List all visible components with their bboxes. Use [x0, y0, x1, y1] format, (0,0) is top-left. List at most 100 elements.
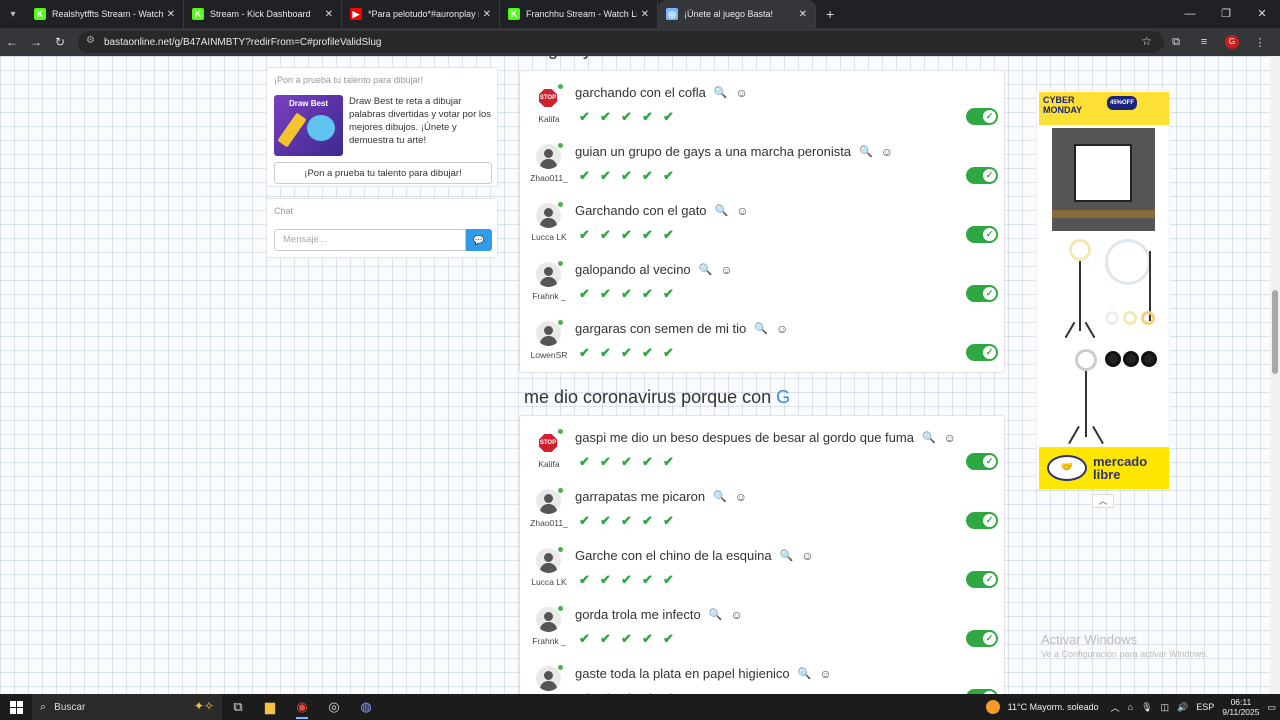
- emoji-reaction-icon[interactable]: ☺: [736, 204, 748, 218]
- validity-toggle[interactable]: ✓: [966, 344, 998, 361]
- vote-check-icon[interactable]: ✔: [579, 454, 600, 470]
- browser-tab[interactable]: K Franchhu Stream - Watch Live ✕: [500, 0, 658, 28]
- obs-icon[interactable]: ◎: [318, 694, 350, 720]
- forward-button[interactable]: →: [24, 35, 48, 49]
- chat-message-input[interactable]: Mensaje...: [274, 229, 466, 251]
- promo-button[interactable]: ¡Pon a prueba tu talento para dibujar!: [274, 162, 492, 184]
- search-icon[interactable]: 🔍: [714, 86, 728, 99]
- site-info-icon[interactable]: ⚙: [86, 35, 95, 46]
- search-icon[interactable]: 🔍: [713, 490, 727, 503]
- browser-tab[interactable]: K Stream - Kick Dashboard ✕: [184, 0, 342, 28]
- emoji-reaction-icon[interactable]: ☺: [944, 431, 956, 445]
- search-icon[interactable]: 🔍: [715, 204, 729, 217]
- browser-tab[interactable]: ▶ *Para pelotudo*#auronplay #au ✕: [342, 0, 500, 28]
- emoji-reaction-icon[interactable]: ☺: [735, 490, 747, 504]
- emoji-reaction-icon[interactable]: ☺: [801, 549, 813, 563]
- emoji-reaction-icon[interactable]: ☺: [819, 667, 831, 681]
- extensions-icon[interactable]: ⧉: [1162, 36, 1190, 49]
- vote-check-icon[interactable]: ✔: [642, 454, 663, 470]
- vote-check-icon[interactable]: ✔: [663, 345, 684, 361]
- microphone-icon[interactable]: 🎙: [1141, 702, 1152, 713]
- vote-check-icon[interactable]: ✔: [642, 572, 663, 588]
- vote-check-icon[interactable]: ✔: [579, 227, 600, 243]
- validity-toggle[interactable]: ✓: [966, 453, 998, 470]
- file-explorer-icon[interactable]: ▆: [254, 694, 286, 720]
- vote-check-icon[interactable]: ✔: [642, 168, 663, 184]
- draw-best-image[interactable]: Draw Best: [274, 95, 343, 156]
- emoji-reaction-icon[interactable]: ☺: [736, 86, 748, 100]
- vote-check-icon[interactable]: ✔: [642, 345, 663, 361]
- vote-check-icon[interactable]: ✔: [621, 454, 642, 470]
- task-view-icon[interactable]: ⧉: [222, 694, 254, 720]
- vote-check-icon[interactable]: ✔: [663, 227, 684, 243]
- vote-check-icon[interactable]: ✔: [663, 631, 684, 647]
- vote-check-icon[interactable]: ✔: [579, 168, 600, 184]
- search-icon[interactable]: 🔍: [798, 667, 812, 680]
- language-indicator[interactable]: ESP: [1196, 702, 1214, 712]
- vote-check-icon[interactable]: ✔: [600, 513, 621, 529]
- vote-check-icon[interactable]: ✔: [663, 109, 684, 125]
- vote-check-icon[interactable]: ✔: [642, 227, 663, 243]
- chat-send-button[interactable]: 💬: [466, 229, 492, 251]
- emoji-reaction-icon[interactable]: ☺: [881, 145, 893, 159]
- weather-widget[interactable]: 11°C Mayorm. soleado: [982, 700, 1103, 714]
- vote-check-icon[interactable]: ✔: [663, 513, 684, 529]
- vote-check-icon[interactable]: ✔: [663, 286, 684, 302]
- vote-check-icon[interactable]: ✔: [621, 345, 642, 361]
- vote-check-icon[interactable]: ✔: [642, 109, 663, 125]
- validity-toggle[interactable]: ✓: [966, 108, 998, 125]
- media-control-icon[interactable]: ≡: [1190, 36, 1218, 48]
- vote-check-icon[interactable]: ✔: [579, 109, 600, 125]
- vote-check-icon[interactable]: ✔: [642, 513, 663, 529]
- vote-check-icon[interactable]: ✔: [600, 227, 621, 243]
- vote-check-icon[interactable]: ✔: [600, 286, 621, 302]
- advertisement[interactable]: CYBER MONDAY 45%OFF 🤝 mercado libre: [1036, 90, 1170, 490]
- tray-app-icon[interactable]: ⌂: [1128, 702, 1133, 712]
- vote-check-icon[interactable]: ✔: [621, 168, 642, 184]
- vote-check-icon[interactable]: ✔: [600, 345, 621, 361]
- windows-start-icon[interactable]: [0, 694, 32, 720]
- vote-check-icon[interactable]: ✔: [663, 572, 684, 588]
- menu-kebab-icon[interactable]: ⋮: [1246, 36, 1274, 49]
- validity-toggle[interactable]: ✓: [966, 167, 998, 184]
- discord-icon[interactable]: ◍: [350, 694, 382, 720]
- validity-toggle[interactable]: ✓: [966, 512, 998, 529]
- maximize-button[interactable]: ❐: [1208, 0, 1244, 28]
- vote-check-icon[interactable]: ✔: [600, 454, 621, 470]
- vote-check-icon[interactable]: ✔: [621, 109, 642, 125]
- tab-close-icon[interactable]: ✕: [167, 9, 175, 20]
- reload-button[interactable]: ↻: [48, 35, 72, 49]
- vote-check-icon[interactable]: ✔: [600, 631, 621, 647]
- bookmark-star-icon[interactable]: ☆: [1141, 34, 1152, 48]
- notifications-icon[interactable]: ▭: [1267, 702, 1276, 713]
- tab-search-icon[interactable]: ▾: [0, 0, 26, 28]
- minimize-button[interactable]: —: [1172, 0, 1208, 28]
- ad-collapse-chevron-icon[interactable]: ︿: [1092, 494, 1114, 508]
- taskbar-search[interactable]: ⌕ Buscar ✦✧: [32, 694, 222, 720]
- tray-chevron-icon[interactable]: ︿: [1111, 701, 1120, 714]
- vote-check-icon[interactable]: ✔: [642, 286, 663, 302]
- chrome-icon[interactable]: ◉: [286, 694, 318, 720]
- wifi-icon[interactable]: ◫: [1161, 702, 1170, 713]
- profile-avatar[interactable]: G: [1225, 35, 1239, 49]
- vote-check-icon[interactable]: ✔: [663, 454, 684, 470]
- vote-check-icon[interactable]: ✔: [579, 631, 600, 647]
- close-window-button[interactable]: ✕: [1244, 0, 1280, 28]
- validity-toggle[interactable]: ✓: [966, 226, 998, 243]
- back-button[interactable]: ←: [0, 35, 24, 49]
- vote-check-icon[interactable]: ✔: [621, 572, 642, 588]
- tab-close-icon[interactable]: ✕: [641, 9, 649, 20]
- tab-close-icon[interactable]: ✕: [325, 9, 333, 20]
- vote-check-icon[interactable]: ✔: [621, 513, 642, 529]
- vote-check-icon[interactable]: ✔: [621, 286, 642, 302]
- scrollbar-thumb[interactable]: [1272, 290, 1278, 374]
- browser-tab[interactable]: K Realshytffts Stream - Watch Live ✕: [26, 0, 184, 28]
- vote-check-icon[interactable]: ✔: [621, 631, 642, 647]
- search-icon[interactable]: 🔍: [859, 145, 873, 158]
- vote-check-icon[interactable]: ✔: [621, 227, 642, 243]
- vote-check-icon[interactable]: ✔: [642, 631, 663, 647]
- emoji-reaction-icon[interactable]: ☺: [730, 608, 742, 622]
- vote-check-icon[interactable]: ✔: [579, 572, 600, 588]
- page-scrollbar[interactable]: [1270, 56, 1280, 694]
- vote-check-icon[interactable]: ✔: [663, 168, 684, 184]
